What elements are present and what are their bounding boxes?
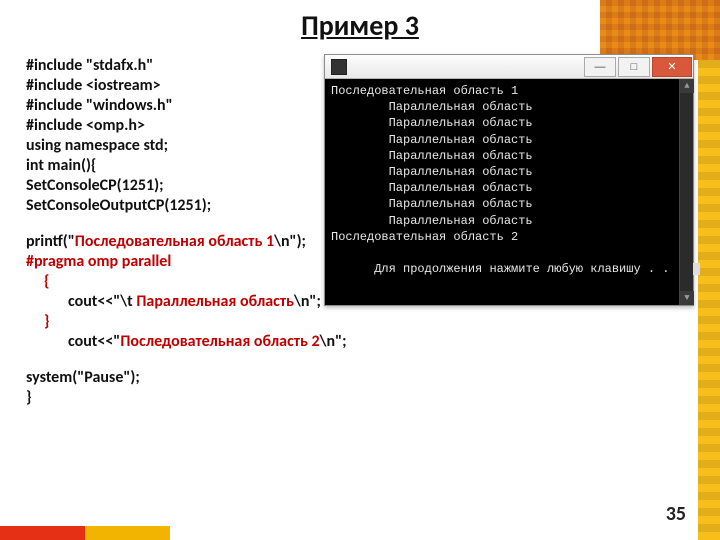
code-string-literal: Последовательная область 1 xyxy=(75,232,274,251)
code-string-literal: Параллельная область xyxy=(136,292,294,311)
cursor-icon xyxy=(693,263,700,275)
scroll-up-icon[interactable]: ▲ xyxy=(680,79,694,93)
console-line: Параллельная область xyxy=(331,196,687,212)
console-line: Последовательная область 2 xyxy=(331,229,687,245)
code-text: \n"); xyxy=(274,232,306,251)
code-string-literal: Последовательная область 2 xyxy=(120,332,319,351)
close-button[interactable]: ✕ xyxy=(652,57,692,77)
code-text: \n"; xyxy=(294,292,321,311)
console-line: Параллельная область xyxy=(331,213,687,229)
code-line-cout2: cout<<"Последовательная область 2\n"; xyxy=(26,332,686,352)
console-line: Для продолжения нажмите любую клавишу . … xyxy=(331,245,687,294)
console-line: Параллельная область xyxy=(331,132,687,148)
code-line: system("Pause"); xyxy=(26,368,686,388)
code-text: cout<<" xyxy=(68,332,120,351)
app-icon xyxy=(331,59,347,75)
window-titlebar: — □ ✕ xyxy=(325,55,693,79)
console-line: Параллельная область xyxy=(331,115,687,131)
code-text: cout<<"\t xyxy=(68,292,136,311)
console-line: Параллельная область xyxy=(331,180,687,196)
maximize-button[interactable]: □ xyxy=(618,57,650,77)
scroll-down-icon[interactable]: ▼ xyxy=(680,291,694,305)
console-window: — □ ✕ Последовательная область 1 Паралле… xyxy=(324,54,694,306)
console-body: Последовательная область 1 Параллельная … xyxy=(325,79,693,305)
code-text: \n"; xyxy=(320,332,347,351)
code-text: printf(" xyxy=(26,232,75,251)
console-text: Для продолжения нажмите любую клавишу . … xyxy=(374,262,691,276)
page-number: 35 xyxy=(666,502,686,526)
console-line: Параллельная область xyxy=(331,164,687,180)
slide-title: Пример 3 xyxy=(0,8,720,43)
code-brace-close: } xyxy=(26,312,686,332)
console-line: Параллельная область xyxy=(331,148,687,164)
console-line: Последовательная область 1 xyxy=(331,83,687,99)
scrollbar[interactable]: ▲ ▼ xyxy=(679,79,693,305)
console-line: Параллельная область xyxy=(331,99,687,115)
decoration-right xyxy=(698,60,720,540)
decoration-bottom-left xyxy=(0,526,170,540)
code-line: } xyxy=(26,388,686,408)
minimize-button[interactable]: — xyxy=(584,57,616,77)
